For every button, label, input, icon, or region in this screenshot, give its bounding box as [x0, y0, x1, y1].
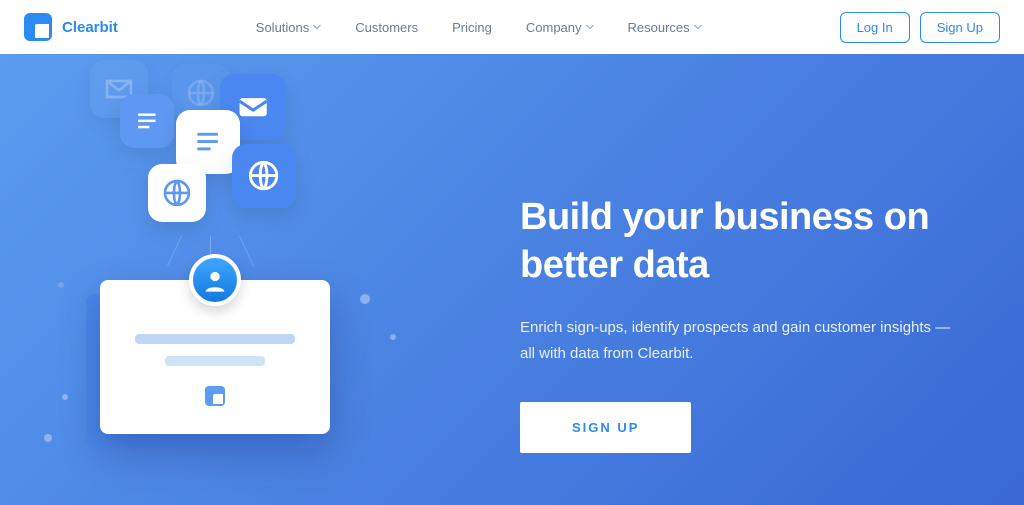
logo-icon [24, 13, 52, 41]
decorative-dot [360, 294, 370, 304]
hero: Build your business on better data Enric… [0, 54, 1024, 505]
connector-line [239, 236, 254, 266]
nav-item-resources[interactable]: Resources [628, 20, 702, 35]
chevron-down-icon [694, 23, 702, 31]
nav-label: Company [526, 20, 582, 35]
brand[interactable]: Clearbit [24, 13, 118, 41]
logo-icon [205, 386, 225, 406]
top-nav: Clearbit Solutions Customers Pricing Com… [0, 0, 1024, 54]
hero-illustration [0, 54, 420, 505]
hero-content: Build your business on better data Enric… [420, 54, 1024, 505]
decorative-dot [390, 334, 396, 340]
connector-line [167, 236, 182, 266]
placeholder-line [165, 356, 265, 366]
chevron-down-icon [313, 23, 321, 31]
brand-name: Clearbit [62, 19, 118, 36]
nav-links: Solutions Customers Pricing Company Reso… [256, 20, 702, 35]
nav-label: Resources [628, 20, 690, 35]
nav-item-company[interactable]: Company [526, 20, 594, 35]
nav-label: Customers [355, 20, 418, 35]
nav-item-customers[interactable]: Customers [355, 20, 418, 35]
signup-button[interactable]: Sign Up [920, 12, 1000, 43]
decorative-dot [62, 394, 68, 400]
login-button[interactable]: Log In [840, 12, 910, 43]
nav-item-solutions[interactable]: Solutions [256, 20, 321, 35]
avatar-icon [189, 254, 241, 306]
chevron-down-icon [586, 23, 594, 31]
cta-signup-button[interactable]: SIGN UP [520, 402, 691, 453]
nav-label: Solutions [256, 20, 309, 35]
hero-title: Build your business on better data [520, 194, 964, 289]
nav-label: Pricing [452, 20, 492, 35]
profile-card [100, 280, 330, 434]
hero-subtitle: Enrich sign-ups, identify prospects and … [520, 315, 960, 366]
globe-icon [232, 144, 296, 208]
decorative-dot [44, 434, 52, 442]
nav-item-pricing[interactable]: Pricing [452, 20, 492, 35]
decorative-dot [58, 282, 64, 288]
placeholder-line [135, 334, 295, 344]
nav-actions: Log In Sign Up [840, 12, 1000, 43]
globe-icon [148, 164, 206, 222]
document-icon [120, 94, 174, 148]
